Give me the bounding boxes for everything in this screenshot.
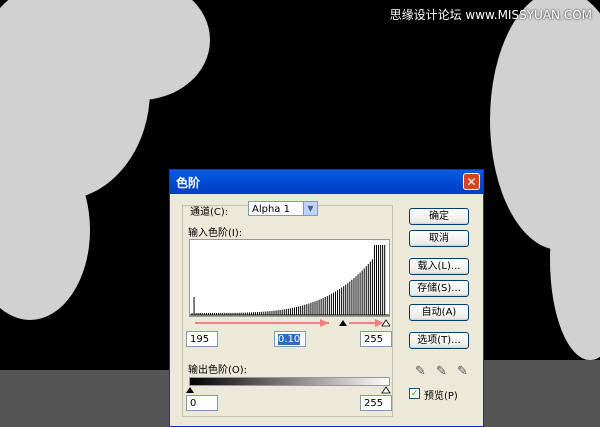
eyedropper-white-icon[interactable]: ✎ [457,364,468,379]
dialog-title: 色阶 [176,175,201,190]
input-slider-track[interactable] [189,317,390,329]
dialog-titlebar[interactable]: 色阶 ✕ [170,170,483,194]
input-gamma-value: 0.10 [278,334,301,345]
output-white-field[interactable]: 255 [360,395,392,411]
input-black-field[interactable]: 195 [186,331,218,347]
options-button[interactable]: 选项(T)... [409,332,469,349]
preview-label[interactable]: 预览(P) [424,387,458,402]
watermark-text: 思缘设计论坛 www.MISSYUAN.COM [389,8,592,22]
output-white-handle [381,386,391,394]
levels-dialog: 色阶 ✕ 通道(C): Alpha 1 ▼ 输入色阶(I): 195 0.10 … [169,169,484,427]
cancel-button[interactable]: 取消 [409,230,469,247]
close-icon[interactable]: ✕ [463,173,480,190]
eyedropper-gray-icon[interactable]: ✎ [436,364,447,379]
input-levels-label: 输入色阶(I): [188,228,243,239]
output-slider-track[interactable] [186,386,394,394]
black-point-handle [339,320,347,326]
output-levels-label: 输出色阶(O): [188,365,248,376]
output-gradient-bar [189,377,390,386]
channel-select[interactable]: Alpha 1 ▼ [248,201,318,216]
channel-value: Alpha 1 [252,204,290,215]
histogram [189,239,390,317]
preview-checkbox[interactable]: ✓ [409,388,420,399]
load-button[interactable]: 载入(L)... [409,258,469,275]
ok-button[interactable]: 确定 [409,208,469,225]
input-white-field[interactable]: 255 [360,331,392,347]
eyedropper-black-icon[interactable]: ✎ [415,364,426,379]
output-black-handle [186,387,194,393]
output-black-field[interactable]: 0 [186,395,218,411]
auto-button[interactable]: 自动(A) [409,304,469,321]
chevron-down-icon[interactable]: ▼ [303,202,317,215]
input-gamma-field[interactable]: 0.10 [274,331,306,347]
save-button[interactable]: 存储(S)... [409,280,469,297]
channel-label: 通道(C): [190,207,229,218]
